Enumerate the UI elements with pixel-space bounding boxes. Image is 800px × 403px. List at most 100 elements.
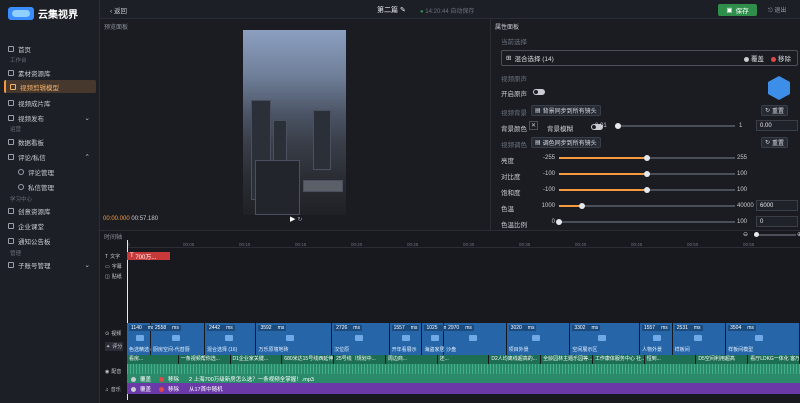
video-clip[interactable]: 1557 ms 人物外景 <box>640 323 673 355</box>
blur-value-input[interactable]: 0.00 <box>756 120 798 131</box>
adjust-slider[interactable] <box>559 187 735 193</box>
clip-duration: 1557 ms <box>641 325 670 331</box>
zoom-knob[interactable] <box>754 232 759 237</box>
subtitle-segment[interactable]: D2人均离线超高的... <box>489 355 542 364</box>
video-clip[interactable]: 2970 ms 沙盘 <box>444 323 507 355</box>
track-label-rate-name: 评分 <box>112 344 123 350</box>
video-clip[interactable]: 3592 ms 万乐原墙地砖 <box>256 323 333 355</box>
sidebar-item-label: 企业课堂 <box>18 223 44 231</box>
clip-duration: 2726 ms <box>334 325 362 331</box>
slider-knob[interactable] <box>644 187 650 193</box>
project-title[interactable]: 第二篇 ✎ <box>377 5 406 15</box>
subtitle-segment[interactable]: 一条视频帮你选... <box>178 355 231 364</box>
sidebar-item-enterprise-class[interactable]: 企业课堂 <box>4 219 96 232</box>
clip-duration-value: 1025 <box>426 325 438 331</box>
video-clip[interactable]: 1025ms海盗家居家 <box>422 323 453 355</box>
track-label-rate[interactable]: ✦ 评分 <box>105 342 124 351</box>
folder-icon <box>468 335 477 341</box>
video-clip[interactable]: 2558 ms 厨房空间-代替厨 <box>151 323 205 355</box>
blur-slider[interactable] <box>615 123 735 129</box>
sidebar-item-material-library[interactable]: 素材资源库 <box>4 66 96 79</box>
text-clip[interactable]: T 700万... <box>127 252 170 261</box>
slider-knob[interactable] <box>615 123 621 129</box>
sidebar-item-home[interactable]: 首页 <box>4 42 96 55</box>
sidebar-item-sub-accounts[interactable]: 子账号管理 ⌄ <box>4 258 96 271</box>
music-track[interactable]: 覆盖 移除 从17首中随机 <box>127 383 800 394</box>
subtitle-segment[interactable]: 周边商... <box>385 355 438 364</box>
music-remove-option[interactable]: 移除 <box>159 385 179 393</box>
subtitle-segment[interactable]: D5空间利用超高 <box>696 355 749 364</box>
enable-audio-toggle[interactable] <box>533 89 545 95</box>
voice-overlay-option[interactable]: 覆盖 <box>131 375 151 383</box>
sidebar-item-video-publish[interactable]: 视频发布 ⌄ <box>4 111 96 124</box>
sidebar-item-comment-management[interactable]: 评论管理 <box>14 165 96 178</box>
remove-option[interactable]: 移除 <box>771 53 791 63</box>
sidebar-item-data-board[interactable]: 数据看板 <box>4 135 96 148</box>
reset-bg-button[interactable]: ↻ 重置 <box>761 105 789 116</box>
sync-color-button[interactable]: ▤ 调色同步到所有镜头 <box>531 137 601 148</box>
slider-knob[interactable] <box>578 203 585 209</box>
adjust-slider[interactable] <box>556 219 735 225</box>
voice-remove-option[interactable]: 移除 <box>159 375 179 383</box>
zoom-slider[interactable] <box>754 232 796 237</box>
sidebar-item-notice-board[interactable]: 通知公告板 <box>4 234 96 247</box>
sidebar-item-video-edit-model[interactable]: 视频剪辑模型 <box>4 80 96 93</box>
playback-controls: ▶ ↻ <box>290 215 302 223</box>
slider-knob[interactable] <box>556 219 562 225</box>
replay-icon[interactable]: ↻ <box>297 217 302 223</box>
adjust-slider[interactable] <box>559 203 735 209</box>
subtitle-segment[interactable]: 还... <box>437 355 490 364</box>
subtitle-segment[interactable]: 工作康体服务中心 社... <box>592 355 645 364</box>
subtitle-segment[interactable]: 看房... <box>127 355 179 364</box>
overlay-option[interactable]: 覆盖 <box>744 53 764 63</box>
pencil-icon[interactable]: ✎ <box>400 7 406 14</box>
reset-color-button[interactable]: ↻ 重置 <box>761 137 789 148</box>
adjust-slider[interactable] <box>559 155 735 161</box>
back-button[interactable]: ‹ 返回 <box>110 5 127 15</box>
slider-knob[interactable] <box>644 171 650 177</box>
slider-knob[interactable] <box>644 155 650 161</box>
chat-icon <box>8 153 14 160</box>
adjust-value-input[interactable]: 0 <box>756 216 798 227</box>
sidebar-item-message-management[interactable]: 私信管理 <box>14 180 96 193</box>
exit-button[interactable]: ⎋ 退出 <box>768 5 786 15</box>
video-clip[interactable]: 2531 ms 样板间 <box>673 323 727 355</box>
selection-box: ⊞ 混合选择 (14) 覆盖 移除 <box>501 50 798 66</box>
adjust-value-input[interactable]: 6000 <box>756 200 798 211</box>
video-clip[interactable]: 2442 ms 混合选择 (16) <box>205 323 257 355</box>
video-clip[interactable]: 3020 ms 项目外景 <box>507 323 571 355</box>
clip-duration-value: 2970 <box>448 325 460 331</box>
bg-color-picker[interactable]: ✕ <box>529 121 538 130</box>
video-clip[interactable]: 2726 ms 汉位原 <box>332 323 390 355</box>
subtitle-segment[interactable]: 全龄园林主题乐园等... <box>541 355 593 364</box>
adjust-slider[interactable] <box>559 171 735 177</box>
time-ruler[interactable]: 0 00:05 00:10 00:15 00:20 00:25 00:30 00:35 00:4… <box>127 240 800 248</box>
subtitle-segment[interactable]: 看厅LDKG一体化 客厅... <box>748 355 800 364</box>
subtitle-segment[interactable]: 680米达15号线西延伸... <box>282 355 335 364</box>
zoom-out-icon[interactable]: ⊖ <box>743 231 748 238</box>
video-clip[interactable]: 3302 ms 空间展示区 <box>570 323 640 355</box>
video-clip[interactable]: 3504 ms 样板间模型 <box>726 323 800 355</box>
sidebar-item-video-library[interactable]: 视频成片库 <box>4 96 96 109</box>
video-preview[interactable] <box>243 30 346 215</box>
video-clip[interactable]: 1140ms色选精选 (14) <box>127 323 157 355</box>
sidebar-group-learning: 学习中心 <box>10 197 33 203</box>
sidebar-item-creative-library[interactable]: 创意资源库 <box>4 204 96 217</box>
preview-panel-label: 预览面板 <box>104 25 129 31</box>
video-track[interactable]: 1140ms色选精选 (14)2558ms厨房空间-代替厨2442ms混合选择 … <box>127 323 800 355</box>
video-clip[interactable]: 1557 ms 开年看展示 <box>390 323 423 355</box>
app-name: 云集视界 <box>38 10 78 21</box>
play-icon[interactable]: ▶ <box>290 216 295 223</box>
save-button[interactable]: ▣ 保存 <box>718 4 757 16</box>
voice-track[interactable]: 看房... 一条视频帮你选... D1企业家关键... 680米达15号线西延伸...… <box>127 355 800 383</box>
clip-duration-value: 2531 <box>676 325 688 331</box>
subtitle-segment[interactable]: 25号线（规划中... <box>334 355 386 364</box>
music-overlay-option[interactable]: 覆盖 <box>131 385 151 393</box>
sync-bg-button[interactable]: ▤ 背景同步到所有镜头 <box>531 105 601 116</box>
assistant-icon[interactable] <box>768 76 790 100</box>
folder-icon <box>430 335 439 341</box>
sidebar-item-comments-messages[interactable]: 评论/私信 ⌃ <box>4 150 96 163</box>
subtitle-segment[interactable]: 恒到... <box>644 355 697 364</box>
clip-duration-value: 1140 <box>131 325 142 331</box>
subtitle-segment[interactable]: D1企业家关键... <box>230 355 283 364</box>
